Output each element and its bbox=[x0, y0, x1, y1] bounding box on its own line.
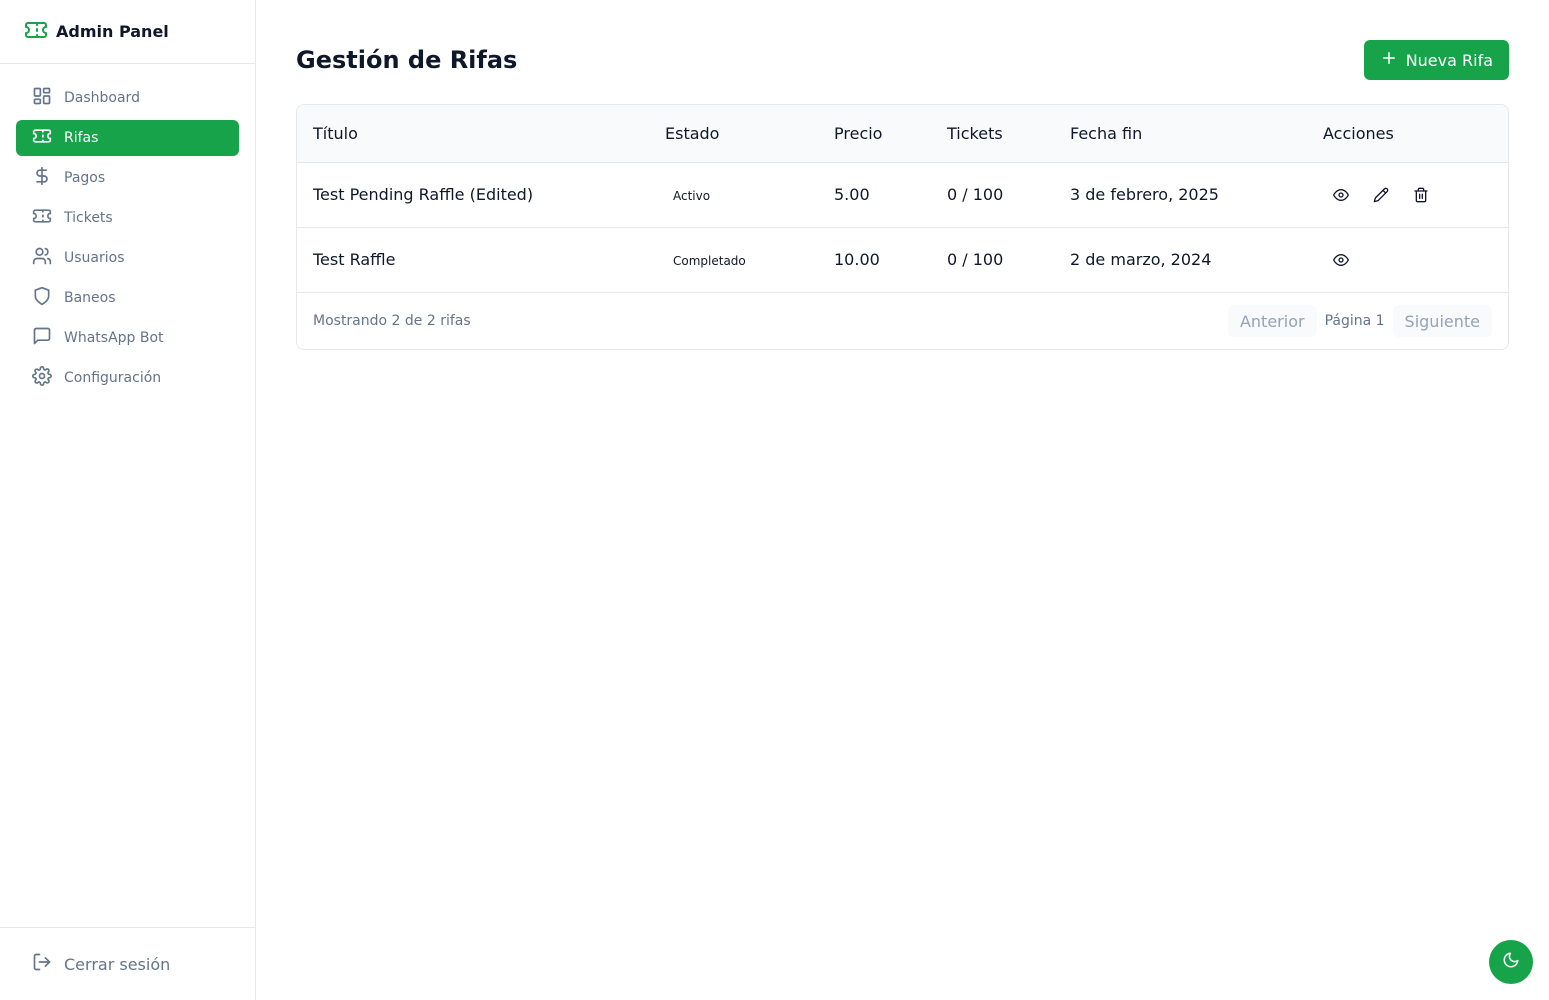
sidebar-item-usuarios[interactable]: Usuarios bbox=[16, 240, 239, 276]
delete-button[interactable] bbox=[1411, 185, 1431, 205]
cell-end-date: 3 de febrero, 2025 bbox=[1070, 185, 1219, 204]
new-raffle-label: Nueva Rifa bbox=[1405, 50, 1493, 70]
sidebar-item-label: Tickets bbox=[64, 210, 113, 226]
cell-price: 5.00 bbox=[834, 185, 870, 204]
sidebar-item-label: Usuarios bbox=[64, 250, 125, 266]
sidebar-item-tickets[interactable]: Tickets bbox=[16, 200, 239, 236]
sidebar-item-label: Pagos bbox=[64, 170, 106, 186]
column-header-actions: Acciones bbox=[1323, 123, 1394, 143]
sidebar-item-label: WhatsApp Bot bbox=[64, 330, 164, 346]
column-header-price: Precio bbox=[834, 123, 883, 143]
cell-end-date: 2 de marzo, 2024 bbox=[1070, 250, 1212, 270]
logout-button[interactable]: Cerrar sesión bbox=[0, 927, 255, 1000]
cell-status: Completado bbox=[649, 227, 818, 292]
column-header-status: Estado bbox=[665, 123, 720, 143]
cell-status: Activo bbox=[649, 162, 818, 227]
cell-price: 10.00 bbox=[834, 250, 880, 270]
eye-icon bbox=[1333, 253, 1349, 266]
column-header-end-date: Fecha fin bbox=[1070, 123, 1143, 143]
sidebar-item-label: Configuración bbox=[64, 370, 162, 386]
sidebar-item-configuracion[interactable]: Configuración bbox=[16, 360, 239, 396]
eye-icon bbox=[1333, 188, 1349, 201]
main-content: Gestión de Rifas Nueva Rifa Título Estad… bbox=[296, 40, 1509, 350]
page-header: Gestión de Rifas Nueva Rifa bbox=[296, 40, 1509, 80]
next-page-button[interactable]: Siguiente bbox=[1392, 305, 1492, 337]
status-badge: Activo bbox=[673, 188, 711, 203]
cell-actions bbox=[1307, 227, 1508, 292]
previous-page-button[interactable]: Anterior bbox=[1227, 305, 1317, 337]
sidebar-item-rifas[interactable]: Rifas bbox=[16, 120, 239, 156]
sidebar-item-label: Baneos bbox=[64, 290, 116, 306]
dashboard-icon bbox=[32, 86, 64, 110]
status-badge: Completado bbox=[673, 253, 746, 268]
cell-tickets: 0 / 100 bbox=[947, 250, 1004, 270]
logout-label: Cerrar sesión bbox=[64, 954, 171, 974]
page-title: Gestión de Rifas bbox=[296, 46, 518, 74]
cell-title: Test Pending Raffle (Edited) bbox=[313, 185, 534, 204]
column-header-title: Título bbox=[313, 123, 358, 143]
ticket-icon bbox=[24, 18, 56, 46]
table-header-row: Título Estado Precio Tickets Fecha fin A… bbox=[297, 105, 1508, 162]
table-row: Test Raffle Completado 10.00 0 / 100 2 d… bbox=[297, 227, 1508, 292]
trash-icon bbox=[1414, 187, 1428, 202]
table-footer: Mostrando 2 de 2 rifas Anterior Página 1… bbox=[297, 292, 1508, 349]
edit-button[interactable] bbox=[1371, 185, 1391, 205]
page-indicator: Página 1 bbox=[1324, 313, 1385, 329]
sidebar-item-dashboard[interactable]: Dashboard bbox=[16, 80, 239, 116]
table-row: Test Pending Raffle (Edited) Activo 5.00… bbox=[297, 162, 1508, 227]
plus-icon bbox=[1380, 49, 1406, 71]
theme-toggle-button[interactable] bbox=[1489, 940, 1533, 984]
view-button[interactable] bbox=[1331, 185, 1351, 205]
app-title: Admin Panel bbox=[56, 22, 169, 41]
ticket-icon bbox=[32, 126, 64, 150]
cell-tickets: 0 / 100 bbox=[947, 185, 1004, 204]
dollar-icon bbox=[32, 166, 64, 190]
brand: Admin Panel bbox=[0, 0, 255, 64]
sidebar: Admin Panel Dashboard Rifas Pagos Ticket… bbox=[0, 0, 256, 1000]
shield-icon bbox=[32, 286, 64, 310]
cell-actions bbox=[1307, 162, 1508, 227]
logout-icon bbox=[32, 952, 64, 976]
raffles-table: Título Estado Precio Tickets Fecha fin A… bbox=[297, 105, 1508, 292]
cell-title: Test Raffle bbox=[313, 250, 396, 270]
view-button[interactable] bbox=[1331, 250, 1351, 270]
sidebar-item-baneos[interactable]: Baneos bbox=[16, 280, 239, 316]
gear-icon bbox=[32, 366, 64, 390]
column-header-tickets: Tickets bbox=[947, 123, 1003, 143]
pencil-icon bbox=[1373, 187, 1389, 202]
results-summary: Mostrando 2 de 2 rifas bbox=[313, 313, 471, 329]
users-icon bbox=[32, 246, 64, 270]
message-icon bbox=[32, 326, 64, 350]
new-raffle-button[interactable]: Nueva Rifa bbox=[1363, 40, 1509, 80]
sidebar-item-whatsapp-bot[interactable]: WhatsApp Bot bbox=[16, 320, 239, 356]
raffles-table-card: Título Estado Precio Tickets Fecha fin A… bbox=[296, 104, 1509, 350]
sidebar-item-pagos[interactable]: Pagos bbox=[16, 160, 239, 196]
pagination: Anterior Página 1 Siguiente bbox=[1227, 305, 1492, 337]
sidebar-item-label: Rifas bbox=[64, 130, 99, 146]
moon-icon bbox=[1502, 951, 1520, 973]
ticket-icon bbox=[32, 206, 64, 230]
sidebar-item-label: Dashboard bbox=[64, 90, 140, 106]
sidebar-nav: Dashboard Rifas Pagos Tickets Usuarios B… bbox=[0, 64, 255, 396]
